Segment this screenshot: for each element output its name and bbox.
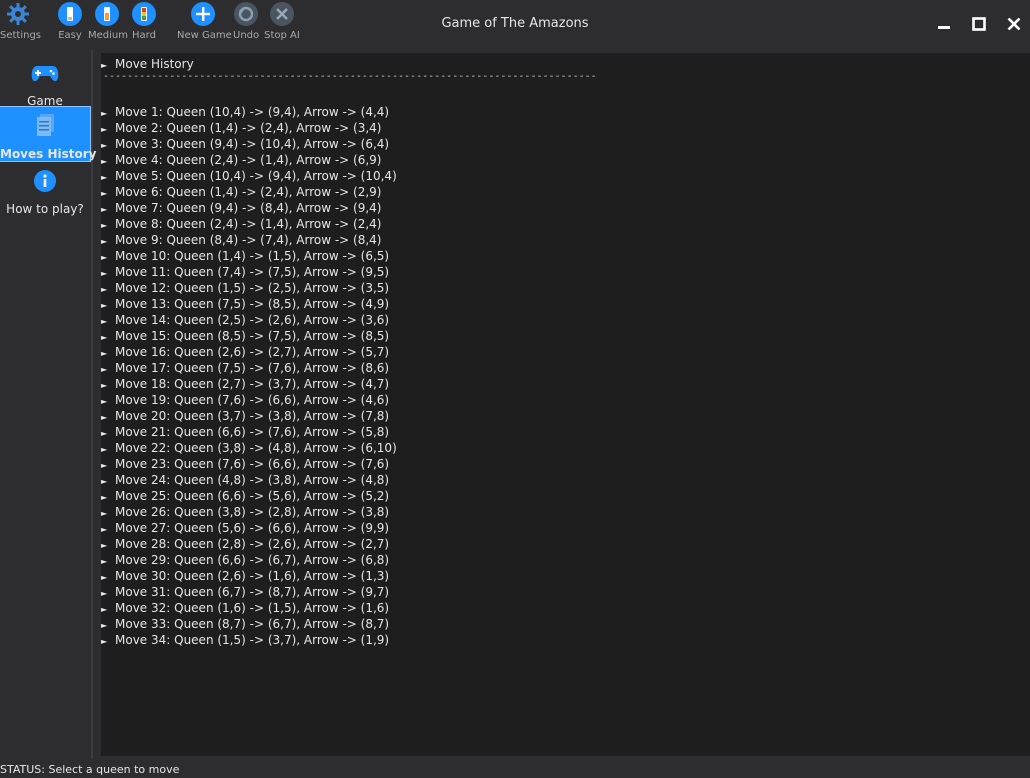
new-game-button[interactable]: New Game [177,2,232,41]
sidebar-item-label: How to play? [6,202,84,216]
medium-label: Medium [88,30,128,41]
sidebar-item-game[interactable]: Game [0,54,90,108]
undo-label: Undo [233,30,260,41]
sidebar-item-label: Moves History [0,147,97,161]
gear-icon [7,3,29,25]
move-history-panel: ► Move History --------------------------… [101,53,1030,756]
move-text: Move 22: Queen (3,8) -> (4,8), Arrow -> … [115,441,397,455]
move-text: Move 21: Queen (6,6) -> (7,6), Arrow -> … [115,425,390,439]
move-text: Move 7: Queen (9,4) -> (8,4), Arrow -> (… [115,201,382,215]
move-text: Move 18: Queen (2,7) -> (3,7), Arrow -> … [115,377,390,391]
status-bar: STATUS: Select a queen to move [0,762,1030,776]
info-icon [34,170,56,192]
move-text: Move 26: Queen (3,8) -> (2,8), Arrow -> … [115,505,390,519]
plus-icon [191,2,215,26]
move-text: Move 34: Queen (1,5) -> (3,7), Arrow -> … [115,633,390,647]
toolbar: Settings Easy Medium Hard New Game Undo … [0,0,1030,50]
medium-button[interactable]: Medium [88,2,128,41]
maximize-icon [972,17,986,31]
minimize-button[interactable] [932,12,956,36]
move-text: Move 2: Queen (1,4) -> (2,4), Arrow -> (… [115,121,382,135]
history-title: Move History [115,57,194,71]
move-text: Move 33: Queen (8,7) -> (6,7), Arrow -> … [115,617,390,631]
move-text: Move 12: Queen (1,5) -> (2,5), Arrow -> … [115,281,390,295]
move-text: Move 14: Queen (2,5) -> (2,6), Arrow -> … [115,313,390,327]
move-text: Move 20: Queen (3,7) -> (3,8), Arrow -> … [115,409,390,423]
battery-full-icon [132,2,156,26]
move-text: Move 9: Queen (8,4) -> (7,4), Arrow -> (… [115,233,382,247]
move-text: Move 17: Queen (7,5) -> (7,6), Arrow -> … [115,361,390,375]
move-text: Move 4: Queen (2,4) -> (1,4), Arrow -> (… [115,153,382,167]
move-text: Move 5: Queen (10,4) -> (9,4), Arrow -> … [115,169,397,183]
hard-button[interactable]: Hard [131,2,157,41]
easy-button[interactable]: Easy [57,2,83,41]
move-text: Move 6: Queen (1,4) -> (2,4), Arrow -> (… [115,185,382,199]
move-text: Move 31: Queen (6,7) -> (8,7), Arrow -> … [115,585,390,599]
move-text: Move 16: Queen (2,6) -> (2,7), Arrow -> … [115,345,390,359]
sidebar: Game Moves History How to play? [0,50,97,759]
battery-medium-icon [95,2,119,26]
move-text: Move 1: Queen (10,4) -> (9,4), Arrow -> … [115,105,390,119]
stop-ai-button[interactable]: Stop AI [264,2,300,41]
sidebar-item-moves-history[interactable]: Moves History [0,106,97,162]
list-item: ► Move 34: Queen (1,5) -> (3,7), Arrow ->… [101,632,389,650]
history-divider: ----------------------------------------… [103,71,597,82]
undo-button[interactable]: Undo [233,2,259,41]
hard-label: Hard [132,30,156,41]
stop-ai-label: Stop AI [264,30,300,41]
move-text: Move 19: Queen (7,6) -> (6,6), Arrow -> … [115,393,390,407]
move-text: Move 13: Queen (7,5) -> (8,5), Arrow -> … [115,297,390,311]
move-text: Move 10: Queen (1,4) -> (1,5), Arrow -> … [115,249,390,263]
easy-label: Easy [58,30,82,41]
document-stack-icon [37,114,54,136]
minimize-icon [938,26,950,29]
battery-low-icon [58,2,82,26]
triangle-right-icon: ► [101,637,108,646]
move-text: Move 11: Queen (7,4) -> (7,5), Arrow -> … [115,265,390,279]
move-text: Move 30: Queen (2,6) -> (1,6), Arrow -> … [115,569,390,583]
move-text: Move 23: Queen (7,6) -> (6,6), Arrow -> … [115,457,390,471]
sidebar-item-how-to-play[interactable]: How to play? [0,162,90,216]
settings-label: Settings [0,30,42,41]
maximize-button[interactable] [967,12,991,36]
move-text: Move 8: Queen (2,4) -> (1,4), Arrow -> (… [115,217,382,231]
undo-icon [234,2,258,26]
move-text: Move 25: Queen (6,6) -> (5,6), Arrow -> … [115,489,390,503]
sidebar-item-label: Game [27,94,63,108]
new-game-label: New Game [177,30,232,41]
close-circle-icon [270,2,294,26]
move-text: Move 32: Queen (1,6) -> (1,5), Arrow -> … [115,601,390,615]
close-button[interactable] [1002,12,1026,36]
close-icon [1007,17,1021,31]
move-text: Move 29: Queen (6,6) -> (6,7), Arrow -> … [115,553,390,567]
settings-button[interactable]: Settings [0,2,42,41]
move-text: Move 27: Queen (5,6) -> (6,6), Arrow -> … [115,521,390,535]
move-text: Move 3: Queen (9,4) -> (10,4), Arrow -> … [115,137,390,151]
gamepad-icon [31,66,59,82]
move-text: Move 24: Queen (4,8) -> (3,8), Arrow -> … [115,473,390,487]
move-text: Move 15: Queen (8,5) -> (7,5), Arrow -> … [115,329,390,343]
move-text: Move 28: Queen (2,8) -> (2,6), Arrow -> … [115,537,390,551]
